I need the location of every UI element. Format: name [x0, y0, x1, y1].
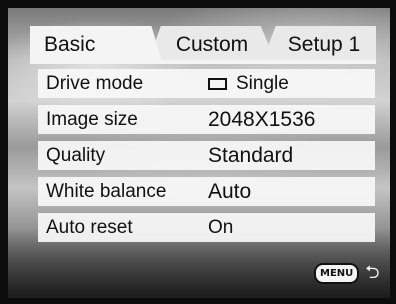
menu-key-icon: MENU — [314, 262, 360, 284]
menu-row-label: Image size — [46, 109, 138, 130]
menu-row-value: On — [208, 217, 234, 238]
tab-underline — [30, 60, 376, 64]
menu-tabs: Setup 1 Custom Basic — [30, 26, 376, 62]
menu-row-value: Single — [208, 69, 289, 99]
menu-row-white-balance[interactable]: White balance Auto — [38, 177, 375, 206]
menu-row-drive-mode[interactable]: Drive mode Single — [38, 69, 375, 98]
menu-row-label: Auto reset — [46, 217, 133, 238]
menu-row-label: Quality — [46, 145, 106, 166]
drive-mode-value: Single — [236, 73, 289, 94]
menu-row-label: Drive mode — [46, 73, 144, 94]
menu-row-value: 2048X1536 — [208, 108, 316, 131]
menu-row-label: White balance — [46, 181, 167, 202]
single-frame-icon — [208, 78, 227, 90]
camera-lcd-screen: Setup 1 Custom Basic Drive mode Single I… — [0, 0, 396, 304]
menu-back-button[interactable]: MENU ⮌ — [314, 262, 383, 284]
return-arrow-icon: ⮌ — [365, 262, 380, 283]
menu-row-image-size[interactable]: Image size 2048X1536 — [38, 105, 375, 134]
tab-custom[interactable]: Custom — [148, 26, 276, 62]
menu-row-auto-reset[interactable]: Auto reset On — [38, 213, 375, 242]
menu-row-value: Auto — [208, 180, 252, 203]
tab-basic[interactable]: Basic — [30, 26, 162, 62]
menu-row-quality[interactable]: Quality Standard — [38, 141, 375, 170]
menu-row-value: Standard — [208, 144, 294, 167]
tab-setup-1[interactable]: Setup 1 — [262, 26, 376, 62]
menu-list: Drive mode Single Image size 2048X1536 Q… — [38, 69, 375, 249]
